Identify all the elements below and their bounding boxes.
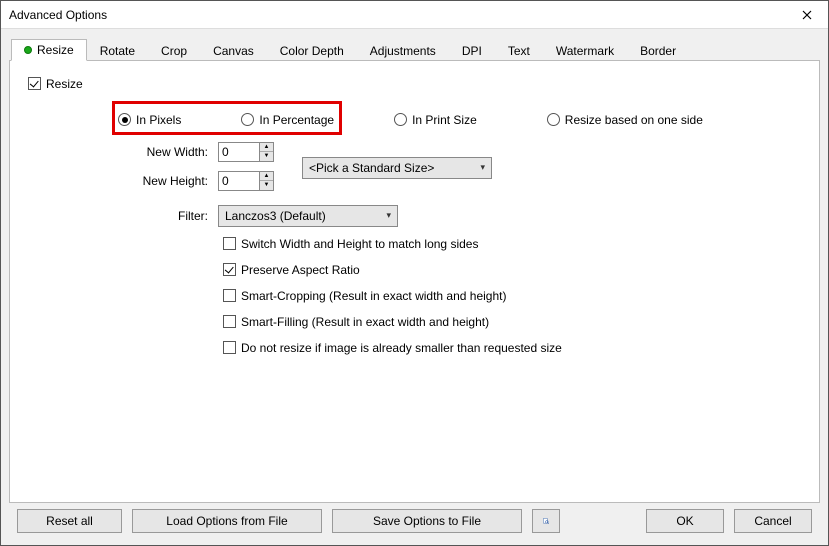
tab-label: Resize — [37, 43, 74, 57]
checkbox-box-icon — [223, 237, 236, 250]
tab-label: Adjustments — [370, 44, 436, 58]
preview-button[interactable] — [532, 509, 560, 533]
save-options-button[interactable]: Save Options to File — [332, 509, 522, 533]
button-label: Load Options from File — [166, 514, 287, 528]
standard-size-combo[interactable]: <Pick a Standard Size> ▾ — [302, 157, 492, 179]
resize-mode-radio-group: In Pixels In Percentage In Print Size Re… — [118, 113, 801, 127]
radio-in-print-size[interactable]: In Print Size — [394, 113, 477, 127]
preserve-ar-checkbox[interactable]: Preserve Aspect Ratio — [223, 263, 801, 277]
spinner-down-icon[interactable]: ▼ — [260, 152, 273, 161]
radio-label: In Percentage — [259, 113, 334, 127]
checkbox-label: Switch Width and Height to match long si… — [241, 237, 478, 251]
spinner-up-icon[interactable]: ▲ — [260, 172, 273, 182]
tab-label: Canvas — [213, 44, 254, 58]
new-width-label: New Width: — [98, 145, 218, 159]
new-height-label: New Height: — [98, 174, 218, 188]
smart-crop-checkbox[interactable]: Smart-Cropping (Result in exact width an… — [223, 289, 801, 303]
combo-value: <Pick a Standard Size> — [309, 161, 434, 175]
checkbox-label: Smart-Filling (Result in exact width and… — [241, 315, 489, 329]
button-label: OK — [676, 514, 693, 528]
tab-canvas[interactable]: Canvas — [200, 40, 267, 61]
tab-label: Watermark — [556, 44, 614, 58]
close-icon — [802, 10, 812, 20]
button-label: Cancel — [754, 514, 791, 528]
checkbox-label: Preserve Aspect Ratio — [241, 263, 360, 277]
dialog-body: Resize Rotate Crop Canvas Color Depth Ad… — [1, 29, 828, 545]
reset-all-button[interactable]: Reset all — [17, 509, 122, 533]
magnifier-icon — [543, 514, 549, 528]
window-frame: Advanced Options Resize Rotate Crop Canv… — [0, 0, 829, 546]
radio-label: In Pixels — [136, 113, 181, 127]
radio-in-pixels[interactable]: In Pixels — [118, 113, 181, 127]
new-width-spinner[interactable]: ▲ ▼ — [260, 142, 274, 162]
filter-combo[interactable]: Lanczos3 (Default) ▾ — [218, 205, 398, 227]
new-width-row: New Width: ▲ ▼ <Pick a Standard Size> ▾ — [98, 141, 801, 163]
tab-resize[interactable]: Resize — [11, 39, 87, 61]
filter-row: Filter: Lanczos3 (Default) ▾ — [98, 205, 801, 227]
radio-one-side[interactable]: Resize based on one side — [547, 113, 703, 127]
tab-rotate[interactable]: Rotate — [87, 40, 148, 61]
chevron-down-icon: ▾ — [386, 210, 391, 221]
tab-label: Border — [640, 44, 676, 58]
new-height-spinner[interactable]: ▲ ▼ — [260, 171, 274, 191]
tab-border[interactable]: Border — [627, 40, 689, 61]
radio-in-percentage[interactable]: In Percentage — [241, 113, 334, 127]
tab-panel-resize: Resize In Pixels In Percentage In Print … — [9, 61, 820, 503]
checkbox-label: Do not resize if image is already smalle… — [241, 341, 562, 355]
ok-button[interactable]: OK — [646, 509, 724, 533]
tab-label: Rotate — [100, 44, 135, 58]
tab-dpi[interactable]: DPI — [449, 40, 495, 61]
close-button[interactable] — [792, 4, 822, 26]
tab-adjustments[interactable]: Adjustments — [357, 40, 449, 61]
active-dot-icon — [24, 46, 32, 54]
checkbox-box-icon — [223, 289, 236, 302]
spinner-down-icon[interactable]: ▼ — [260, 181, 273, 190]
spinner-up-icon[interactable]: ▲ — [260, 143, 273, 153]
smart-fill-checkbox[interactable]: Smart-Filling (Result in exact width and… — [223, 315, 801, 329]
checkbox-box-icon — [223, 263, 236, 276]
filter-label: Filter: — [98, 209, 218, 223]
tab-watermark[interactable]: Watermark — [543, 40, 627, 61]
cancel-button[interactable]: Cancel — [734, 509, 812, 533]
resize-enable-checkbox[interactable]: Resize — [28, 77, 83, 91]
chevron-down-icon: ▾ — [480, 162, 485, 173]
window-title: Advanced Options — [9, 8, 107, 22]
radio-box-icon — [547, 113, 560, 126]
tab-color-depth[interactable]: Color Depth — [267, 40, 357, 61]
checkbox-box-icon — [223, 341, 236, 354]
new-width-input[interactable] — [218, 142, 260, 162]
radio-box-icon — [394, 113, 407, 126]
tab-label: DPI — [462, 44, 482, 58]
tab-text[interactable]: Text — [495, 40, 543, 61]
checkbox-label: Resize — [46, 77, 83, 91]
button-label: Save Options to File — [373, 514, 481, 528]
tab-label: Color Depth — [280, 44, 344, 58]
checkbox-label: Smart-Cropping (Result in exact width an… — [241, 289, 506, 303]
no-enlarge-checkbox[interactable]: Do not resize if image is already smalle… — [223, 341, 801, 355]
button-bar: Reset all Load Options from File Save Op… — [9, 503, 820, 539]
titlebar: Advanced Options — [1, 1, 828, 29]
radio-label: In Print Size — [412, 113, 477, 127]
checkbox-box-icon — [28, 77, 41, 90]
tab-crop[interactable]: Crop — [148, 40, 200, 61]
tab-label: Crop — [161, 44, 187, 58]
button-label: Reset all — [46, 514, 93, 528]
tab-bar: Resize Rotate Crop Canvas Color Depth Ad… — [9, 37, 820, 61]
tab-label: Text — [508, 44, 530, 58]
switch-wh-checkbox[interactable]: Switch Width and Height to match long si… — [223, 237, 801, 251]
radio-box-icon — [118, 113, 131, 126]
load-options-button[interactable]: Load Options from File — [132, 509, 322, 533]
radio-box-icon — [241, 113, 254, 126]
checkbox-box-icon — [223, 315, 236, 328]
resize-options-column: Switch Width and Height to match long si… — [223, 237, 801, 355]
new-height-input[interactable] — [218, 171, 260, 191]
radio-label: Resize based on one side — [565, 113, 703, 127]
combo-value: Lanczos3 (Default) — [225, 209, 326, 223]
